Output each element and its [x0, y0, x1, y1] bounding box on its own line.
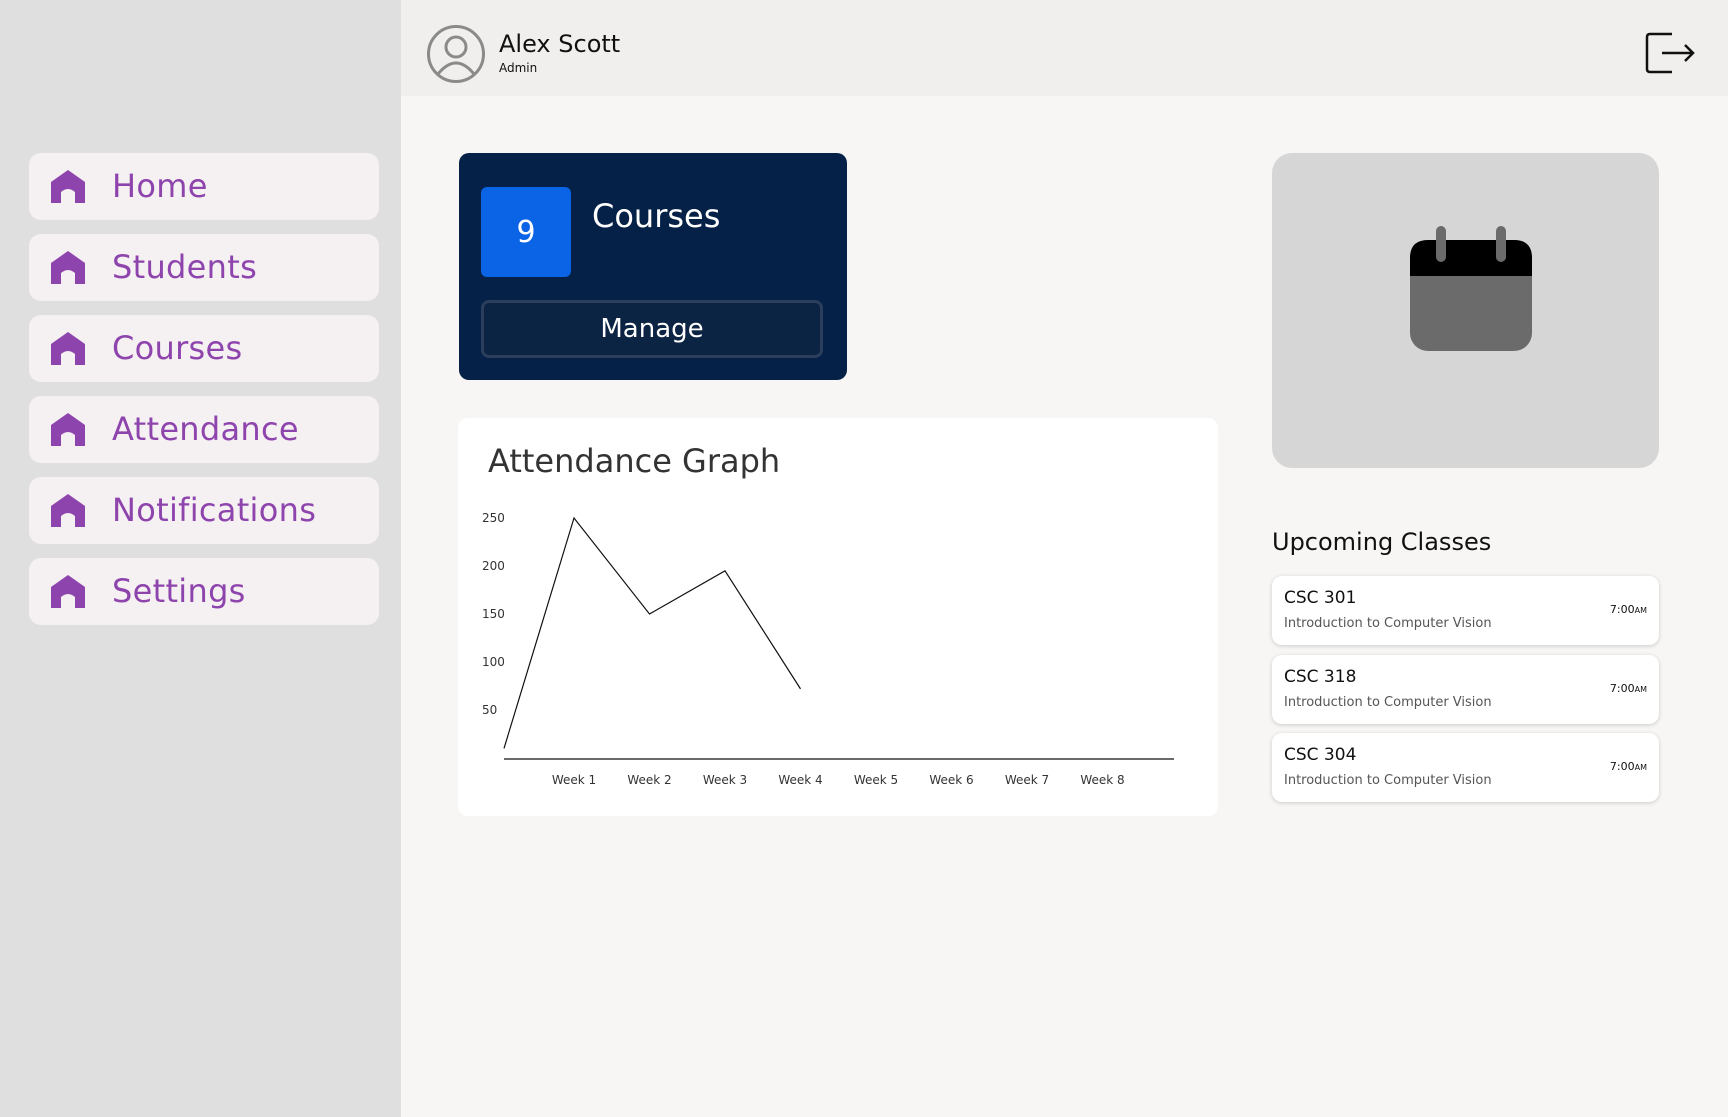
sidebar-item-home[interactable]: Home [29, 153, 379, 220]
class-code: CSC 318 [1284, 667, 1357, 687]
attendance-chart: 50 100 150 200 250 Week 1 Week 2 Week 3 Week 4 We… [482, 511, 1174, 787]
class-time: 7:00AM [1609, 760, 1647, 773]
class-card[interactable]: CSC 301 Introduction to Computer Vision … [1272, 576, 1659, 645]
x-tick-label: Week 7 [1005, 773, 1049, 787]
sidebar-item-notifications[interactable]: Notifications [29, 477, 379, 544]
x-tick-label: Week 8 [1080, 773, 1124, 787]
sidebar-item-settings[interactable]: Settings [29, 558, 379, 625]
y-tick-label: 250 [482, 511, 505, 525]
user-name: Alex Scott [499, 30, 621, 58]
user-role: Admin [499, 61, 538, 75]
x-tick-label: Week 2 [627, 773, 671, 787]
x-tick-label: Week 4 [778, 773, 822, 787]
class-code: CSC 301 [1284, 588, 1357, 608]
class-description: Introduction to Computer Vision [1284, 616, 1492, 631]
sidebar-item-attendance[interactable]: Attendance [29, 396, 379, 463]
attendance-graph-card: Attendance Graph 50 100 150 200 250 Week 1 Wee… [458, 418, 1218, 816]
x-tick-label: Week 5 [854, 773, 898, 787]
sidebar: Home Students Courses Attendance Notific… [0, 0, 401, 1117]
class-time: 7:00AM [1609, 682, 1647, 695]
home-icon [51, 494, 85, 527]
sidebar-item-label: Notifications [112, 491, 317, 529]
sidebar-item-label: Home [112, 167, 208, 205]
sidebar-item-label: Attendance [112, 410, 299, 448]
class-card[interactable]: CSC 318 Introduction to Computer Vision … [1272, 655, 1659, 724]
sidebar-item-label: Students [112, 248, 258, 286]
courses-card-title: Courses [592, 197, 721, 235]
course-count: 9 [481, 187, 571, 277]
sidebar-item-label: Settings [112, 572, 246, 610]
sidebar-item-label: Courses [112, 329, 243, 367]
x-tick-label: Week 1 [552, 773, 596, 787]
logout-icon[interactable] [1644, 30, 1696, 76]
attendance-series-line [503, 516, 802, 749]
upcoming-classes-title: Upcoming Classes [1272, 528, 1492, 556]
home-icon [51, 170, 85, 203]
manage-button[interactable]: Manage [481, 300, 823, 358]
x-tick-label: Week 3 [703, 773, 747, 787]
calendar-icon [1410, 226, 1532, 351]
class-code: CSC 304 [1284, 745, 1357, 765]
home-icon [51, 575, 85, 608]
class-description: Introduction to Computer Vision [1284, 773, 1492, 788]
courses-card: 9 Courses Manage [459, 153, 847, 380]
y-tick-label: 50 [482, 703, 497, 717]
sidebar-item-students[interactable]: Students [29, 234, 379, 301]
y-tick-label: 150 [482, 607, 505, 621]
home-icon [51, 251, 85, 284]
home-icon [51, 332, 85, 365]
sidebar-item-courses[interactable]: Courses [29, 315, 379, 382]
x-tick-label: Week 6 [929, 773, 973, 787]
user-avatar-icon[interactable] [426, 24, 486, 84]
calendar-panel[interactable] [1272, 153, 1659, 468]
y-tick-label: 100 [482, 655, 505, 669]
home-icon [51, 413, 85, 446]
class-time: 7:00AM [1609, 603, 1647, 616]
class-card[interactable]: CSC 304 Introduction to Computer Vision … [1272, 733, 1659, 802]
y-tick-label: 200 [482, 559, 505, 573]
class-description: Introduction to Computer Vision [1284, 695, 1492, 710]
